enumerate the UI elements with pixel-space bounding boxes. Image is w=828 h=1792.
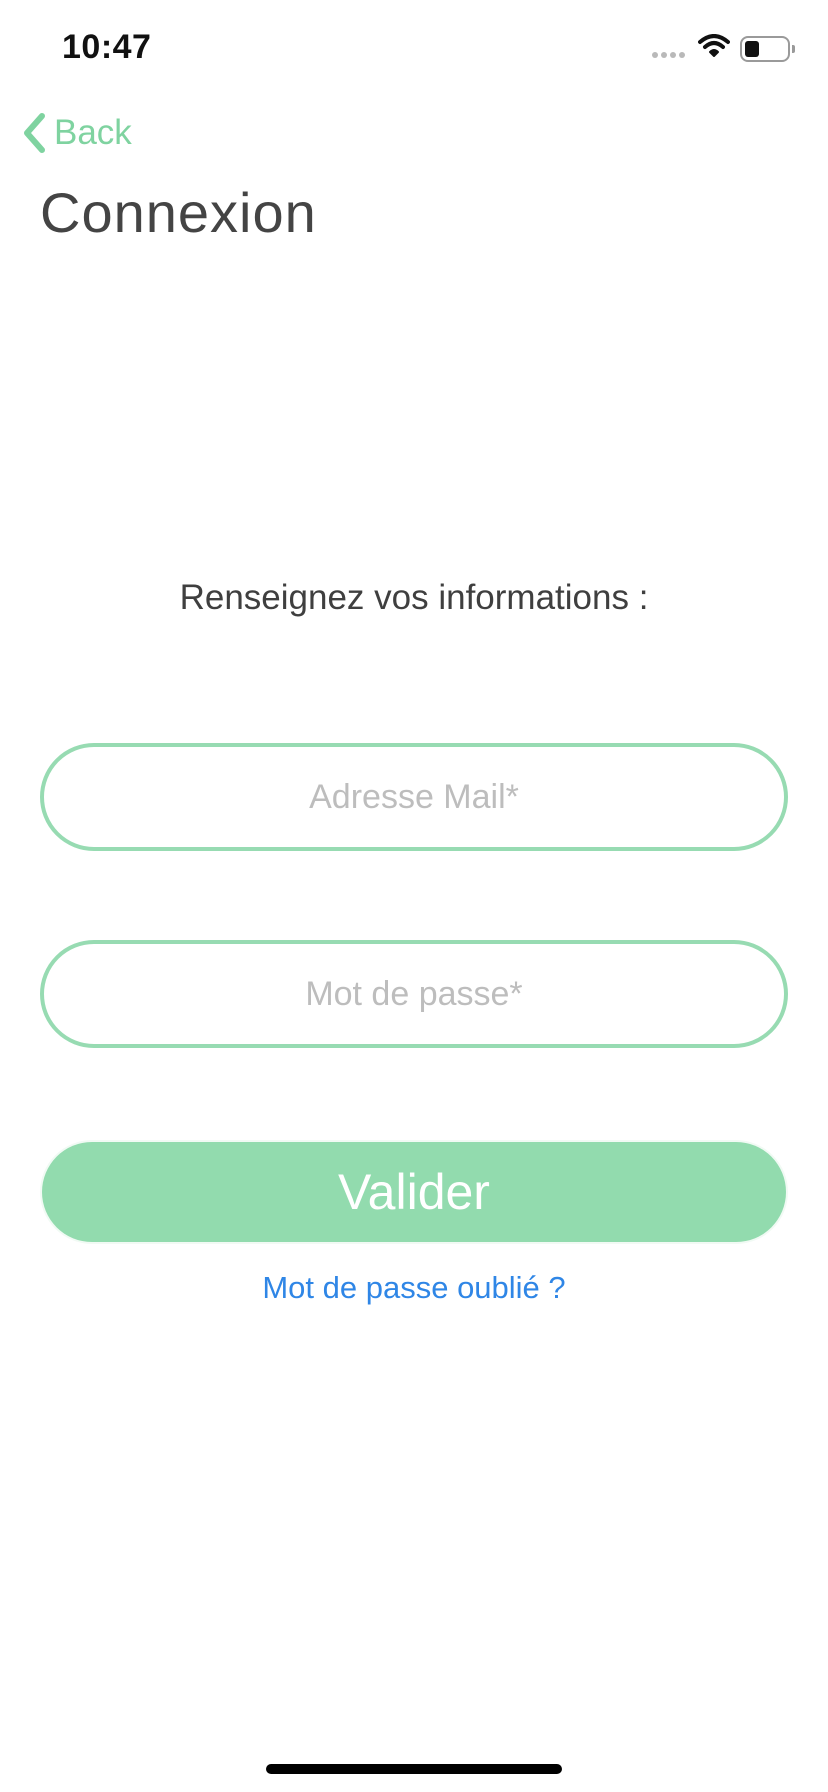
wifi-icon xyxy=(698,34,730,57)
back-button[interactable]: Back xyxy=(22,108,132,158)
email-field[interactable] xyxy=(40,743,788,851)
battery-icon xyxy=(740,36,790,62)
cellular-signal-icon xyxy=(652,52,685,58)
submit-button[interactable]: Valider xyxy=(42,1142,786,1242)
password-field[interactable] xyxy=(40,940,788,1048)
status-bar: 10:47 xyxy=(0,0,828,100)
forgot-password-link[interactable]: Mot de passe oublié ? xyxy=(0,1270,828,1306)
battery-tip xyxy=(792,45,795,53)
status-time: 10:47 xyxy=(62,28,152,66)
page-title: Connexion xyxy=(40,181,317,244)
instructions-text: Renseignez vos informations : xyxy=(179,578,649,617)
home-indicator[interactable] xyxy=(266,1764,562,1774)
back-label: Back xyxy=(54,113,132,152)
chevron-left-icon xyxy=(24,113,45,153)
